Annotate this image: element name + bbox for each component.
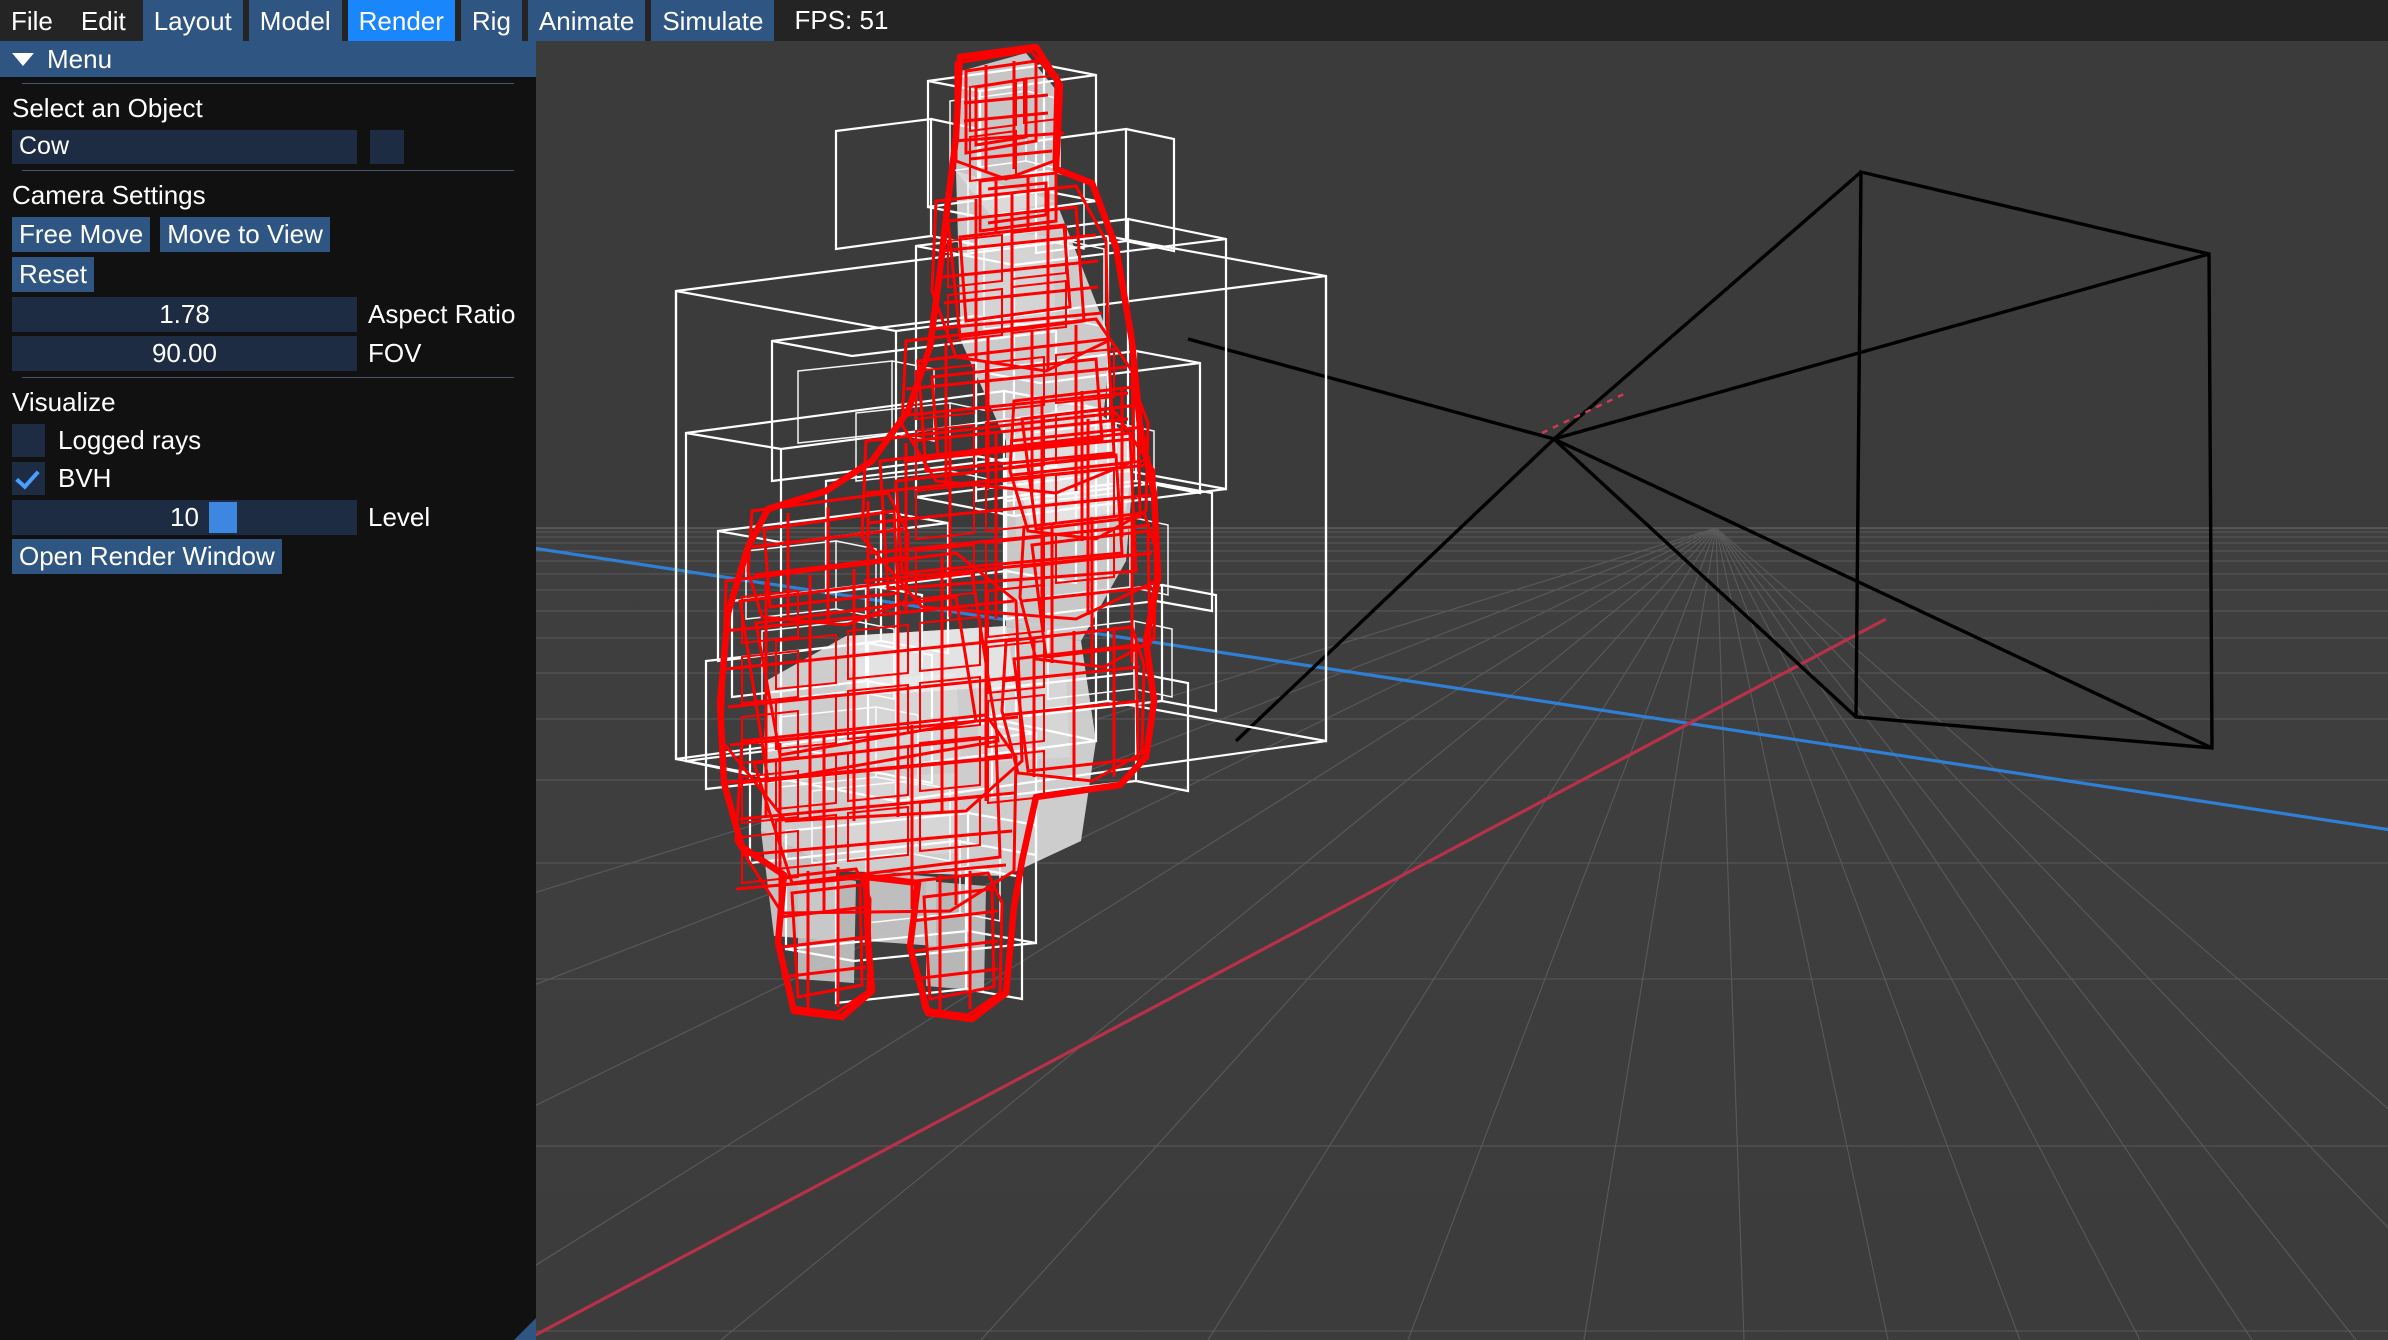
aspect-ratio-row: 1.78 Aspect Ratio (0, 296, 536, 332)
level-label: Level (368, 502, 431, 533)
logged-rays-label: Logged rays (58, 425, 202, 456)
visualize-label: Visualize (12, 386, 116, 417)
viewport-3d-scene[interactable] (536, 41, 2388, 1340)
fov-label: FOV (368, 338, 422, 369)
camera-settings-label: Camera Settings (12, 179, 206, 210)
object-select-value: Cow (19, 132, 70, 161)
object-select-arrow-button[interactable] (370, 129, 404, 164)
open-render-window-row: Open Render Window (0, 538, 536, 574)
fov-value: 90.00 (151, 338, 218, 369)
logged-rays-checkbox[interactable] (12, 423, 45, 457)
move-to-view-button[interactable]: Move to View (160, 216, 330, 252)
menu-item-layout[interactable]: Layout (142, 0, 243, 41)
render-settings-panel: Menu Select an Object Cow Camera Setting… (0, 41, 536, 1340)
divider (22, 169, 514, 171)
open-render-window-button[interactable]: Open Render Window (12, 538, 282, 574)
main-menu-bar: File Edit Layout Model Render Rig Animat… (0, 0, 2388, 41)
panel-body: Select an Object Cow Camera Settings Fre… (0, 83, 536, 574)
bvh-checkbox[interactable] (12, 461, 45, 495)
bvh-label: BVH (58, 463, 112, 494)
divider (22, 376, 514, 378)
menu-item-animate[interactable]: Animate (527, 0, 646, 41)
chevron-down-icon[interactable] (12, 52, 34, 66)
level-value: 10 (170, 502, 199, 533)
fps-counter: FPS: 51 (794, 5, 889, 35)
camera-reset-row: Reset (0, 256, 536, 292)
menu-item-model[interactable]: Model (248, 0, 342, 41)
level-row: 10 Level (0, 499, 536, 535)
camera-move-buttons-row: Free Move Move to View (0, 216, 536, 252)
panel-header[interactable]: Menu (0, 41, 536, 77)
scene-canvas (536, 41, 2388, 1340)
menu-item-simulate[interactable]: Simulate (651, 0, 775, 41)
panel-resize-grip[interactable] (514, 1318, 536, 1340)
menu-item-file[interactable]: File (0, 0, 64, 41)
level-slider[interactable]: 10 (12, 499, 357, 535)
select-object-row: Cow (0, 129, 536, 164)
free-move-button[interactable]: Free Move (12, 216, 151, 252)
fov-slider[interactable]: 90.00 (12, 335, 357, 371)
aspect-ratio-slider[interactable]: 1.78 (12, 296, 357, 332)
menu-item-edit[interactable]: Edit (70, 0, 137, 41)
select-object-label: Select an Object (12, 93, 203, 123)
reset-camera-button[interactable]: Reset (12, 256, 94, 292)
application-window: File Edit Layout Model Render Rig Animat… (0, 0, 2388, 1340)
aspect-ratio-value: 1.78 (159, 299, 210, 330)
menu-item-render[interactable]: Render (347, 0, 455, 41)
logged-rays-row[interactable]: Logged rays (0, 423, 536, 457)
bvh-row[interactable]: BVH (0, 461, 536, 495)
aspect-ratio-label: Aspect Ratio (368, 299, 516, 330)
level-slider-handle[interactable] (208, 501, 237, 533)
divider (22, 83, 514, 84)
panel-title: Menu (47, 44, 113, 74)
fov-row: 90.00 FOV (0, 335, 536, 371)
object-select-dropdown[interactable]: Cow (12, 129, 357, 164)
menu-item-rig[interactable]: Rig (460, 0, 522, 41)
